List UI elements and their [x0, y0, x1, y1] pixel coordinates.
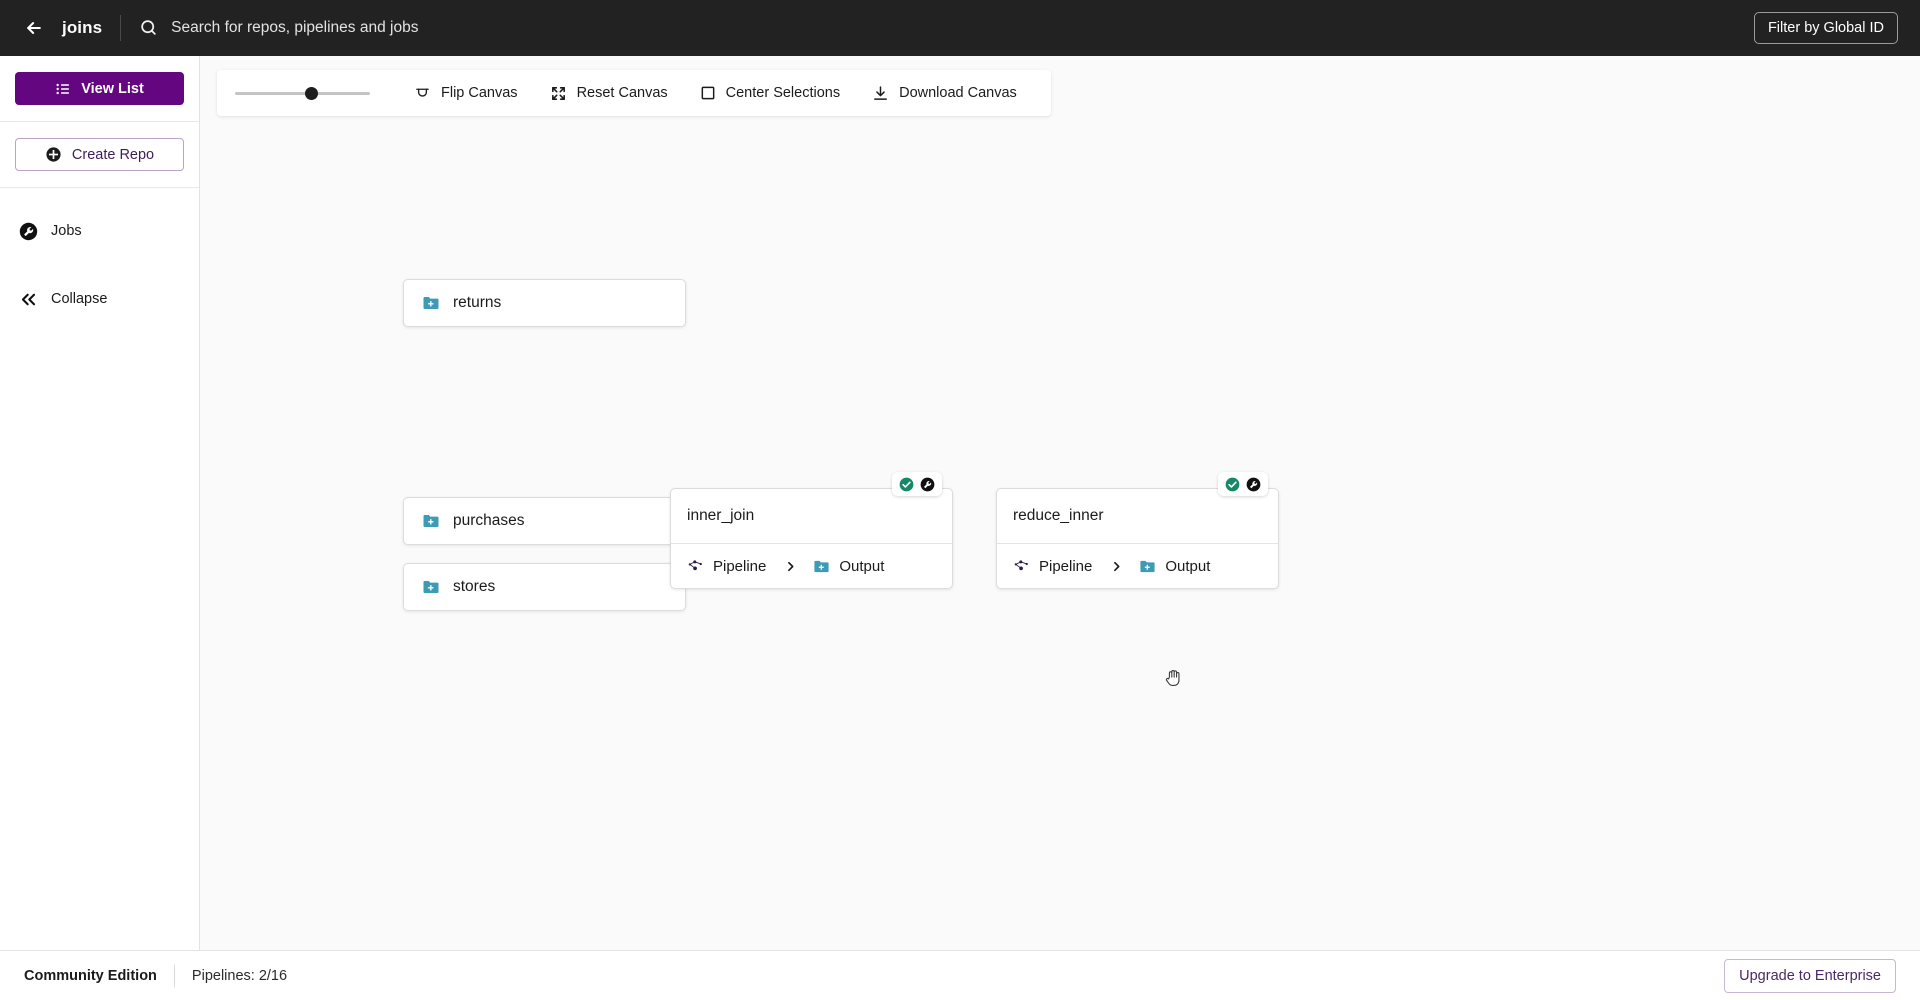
zoom-slider[interactable]: [235, 83, 370, 103]
center-selections-button[interactable]: Center Selections: [684, 70, 856, 116]
footer-divider: [173, 964, 175, 987]
pipeline-status-badges: [892, 472, 942, 496]
output-link-label: Output: [839, 558, 885, 575]
repo-node-stores[interactable]: stores: [403, 563, 686, 611]
sidebar-item-label: Jobs: [51, 223, 82, 239]
pipeline-node-name: inner_join: [671, 489, 952, 544]
app-footer: Community Edition Pipelines: 2/16 Upgrad…: [0, 950, 1920, 1000]
chevron-right-icon: [1110, 560, 1123, 573]
repo-node-label: returns: [453, 294, 502, 311]
pipeline-link[interactable]: Pipeline: [687, 558, 766, 575]
tool-label: Flip Canvas: [441, 85, 518, 101]
flip-icon: [414, 85, 431, 102]
back-arrow-icon[interactable]: [22, 16, 46, 40]
repo-node-returns[interactable]: returns: [403, 279, 686, 327]
status-success-icon[interactable]: [899, 477, 914, 492]
repo-folder-icon: [813, 558, 830, 575]
sidebar-item-jobs[interactable]: Jobs: [0, 216, 199, 246]
sidebar: View List Create Repo Jobs Collapse: [0, 56, 200, 950]
tool-label: Reset Canvas: [576, 85, 668, 101]
expand-icon: [550, 85, 567, 102]
repo-node-label: purchases: [453, 512, 525, 529]
canvas-toolbar: Flip Canvas Reset Canvas Center Selectio…: [217, 70, 1051, 116]
tool-label: Center Selections: [725, 85, 841, 101]
square-icon: [700, 85, 716, 101]
app-header: joins Filter by Global ID: [0, 0, 1920, 56]
jobs-icon[interactable]: [920, 477, 935, 492]
pipeline-node-footer: Pipeline Output: [671, 544, 952, 589]
sidebar-section-create: Create Repo: [0, 122, 199, 188]
view-list-button[interactable]: View List: [15, 72, 184, 105]
jobs-icon[interactable]: [1246, 477, 1261, 492]
output-link[interactable]: Output: [813, 558, 884, 575]
chevron-right-icon: [784, 560, 797, 573]
repo-node-purchases[interactable]: purchases: [403, 497, 686, 545]
pipelines-count-label: Pipelines: 2/16: [191, 967, 288, 984]
chevrons-left-icon: [19, 290, 38, 309]
pipeline-link[interactable]: Pipeline: [1013, 558, 1092, 575]
tool-label: Download Canvas: [899, 85, 1017, 101]
view-list-label: View List: [81, 80, 144, 97]
zoom-slider-track: [235, 92, 370, 95]
pipeline-status-badges: [1218, 472, 1268, 496]
output-link-label: Output: [1165, 558, 1211, 575]
pipeline-node-inner-join[interactable]: inner_join Pipeline Output: [670, 472, 953, 589]
zoom-slider-thumb[interactable]: [305, 87, 318, 100]
pipeline-graph-icon: [687, 558, 704, 575]
status-success-icon[interactable]: [1225, 477, 1240, 492]
pipeline-graph-icon: [1013, 558, 1030, 575]
flip-canvas-button[interactable]: Flip Canvas: [398, 70, 534, 116]
pipeline-link-label: Pipeline: [713, 558, 767, 575]
repo-folder-icon: [422, 578, 440, 596]
repo-node-label: stores: [453, 578, 496, 595]
download-icon: [872, 85, 889, 102]
create-repo-button[interactable]: Create Repo: [15, 138, 184, 171]
reset-canvas-button[interactable]: Reset Canvas: [534, 70, 684, 116]
list-icon: [55, 81, 71, 97]
search-bar[interactable]: [139, 18, 1754, 38]
pipeline-canvas[interactable]: Flip Canvas Reset Canvas Center Selectio…: [200, 56, 1920, 950]
sidebar-item-collapse[interactable]: Collapse: [0, 284, 199, 314]
upgrade-to-enterprise-button[interactable]: Upgrade to Enterprise: [1724, 958, 1896, 993]
create-repo-label: Create Repo: [71, 146, 155, 163]
output-link[interactable]: Output: [1139, 558, 1210, 575]
pipeline-node-footer: Pipeline Output: [997, 544, 1278, 589]
pipeline-node-reduce-inner[interactable]: reduce_inner Pipeline Output: [996, 472, 1279, 589]
plus-circle-icon: [45, 146, 62, 163]
jobs-icon: [19, 222, 38, 241]
search-icon: [139, 18, 159, 38]
download-canvas-button[interactable]: Download Canvas: [856, 70, 1033, 116]
sidebar-nav: Jobs Collapse: [0, 188, 199, 314]
edition-label: Community Edition: [24, 967, 157, 984]
page-title: joins: [62, 18, 103, 37]
pipeline-node-name: reduce_inner: [997, 489, 1278, 544]
repo-folder-icon: [1139, 558, 1156, 575]
repo-folder-icon: [422, 512, 440, 530]
filter-by-global-id-button[interactable]: Filter by Global ID: [1753, 12, 1898, 44]
pipeline-link-label: Pipeline: [1039, 558, 1093, 575]
search-input[interactable]: [171, 19, 732, 37]
grab-hand-cursor: [1163, 667, 1185, 689]
sidebar-item-label: Collapse: [51, 291, 108, 307]
repo-folder-icon: [422, 294, 440, 312]
sidebar-section-view: View List: [0, 56, 199, 122]
header-divider: [120, 15, 122, 41]
